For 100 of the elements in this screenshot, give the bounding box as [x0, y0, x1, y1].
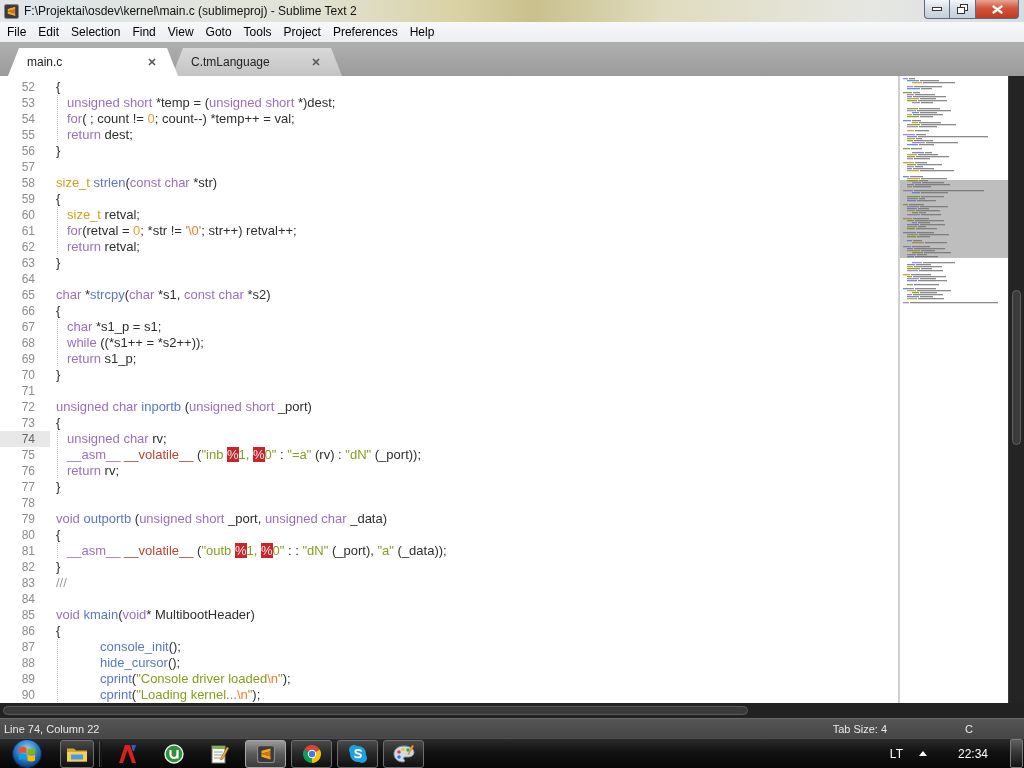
line-number: 77	[20, 479, 36, 495]
code-line: {	[56, 623, 61, 639]
language-indicator[interactable]: LT	[889, 746, 903, 761]
code-line: {	[56, 415, 61, 431]
code-line: ///	[56, 575, 67, 591]
line-number: 83	[20, 575, 36, 591]
menu-item[interactable]: Preferences	[326, 23, 404, 41]
tab[interactable]: main.c	[8, 48, 178, 76]
line-number: 78	[20, 495, 36, 511]
show-desktop-button[interactable]	[1010, 739, 1023, 768]
taskbar-button[interactable]	[245, 739, 286, 768]
code-line: void outportb (unsigned short _port, unsigned char _data)	[56, 511, 388, 527]
line-number: 55	[20, 127, 36, 143]
cloud-logo-icon	[347, 743, 368, 764]
line-number: 70	[20, 367, 36, 383]
menu-item[interactable]: Project	[277, 23, 327, 41]
square-logo-icon	[256, 744, 275, 763]
tab-size-label[interactable]: Tab Size: 4	[832, 722, 888, 735]
palette-icon	[392, 743, 415, 764]
start-button[interactable]	[12, 739, 42, 768]
minimize-icon	[932, 7, 942, 11]
taskbar-button[interactable]	[337, 739, 378, 768]
line-number: 60	[20, 207, 36, 223]
code-line: {	[56, 303, 61, 319]
line-number: 85	[20, 607, 36, 623]
close-button[interactable]	[976, 0, 1019, 19]
menu-item[interactable]: Help	[403, 23, 441, 41]
round-logo-icon	[163, 743, 184, 764]
line-number: 59	[20, 191, 36, 207]
line-number: 79	[20, 511, 36, 527]
line-number: 74	[0, 431, 50, 447]
line-number: 75	[20, 447, 36, 463]
line-number: 82	[20, 559, 36, 575]
line-number: 56	[20, 143, 36, 159]
line-number: 63	[20, 255, 36, 271]
menu-item[interactable]: File	[1, 23, 33, 41]
minimize-button[interactable]	[924, 0, 950, 19]
line-number: 90	[20, 687, 36, 703]
segmented-circle-icon	[301, 743, 322, 764]
menu-item[interactable]: Find	[126, 23, 162, 41]
syntax-label[interactable]: C	[965, 722, 973, 735]
close-icon[interactable]	[312, 58, 320, 66]
code-line: }	[56, 367, 61, 383]
line-number: 88	[20, 655, 36, 671]
close-icon	[991, 4, 1003, 14]
code-line: void kmain(void* MultibootHeader)	[56, 607, 255, 623]
line-number: 86	[20, 623, 36, 639]
code-line: {	[56, 527, 61, 543]
square-logo-icon	[4, 3, 19, 19]
line-number: 87	[20, 639, 36, 655]
caret-up-icon[interactable]	[918, 751, 927, 756]
menu-item[interactable]: Edit	[32, 23, 66, 41]
close-icon[interactable]	[148, 58, 156, 66]
code-line: char *strcpy(char *s1, const char *s2)	[56, 287, 271, 303]
line-number: 61	[20, 223, 36, 239]
scrollbar-thumb[interactable]	[1012, 290, 1021, 445]
code-line: {	[56, 191, 61, 207]
line-number: 65	[20, 287, 36, 303]
taskbar-button[interactable]	[60, 739, 94, 768]
code-line: {	[56, 79, 61, 95]
menu-item[interactable]: View	[161, 23, 200, 41]
menu-item[interactable]: Selection	[65, 23, 127, 41]
line-number: 57	[20, 159, 36, 175]
line-number: 76	[20, 463, 36, 479]
code-line: }	[56, 559, 61, 575]
code-line: }	[56, 143, 61, 159]
line-number: 64	[20, 271, 36, 287]
line-number: 84	[20, 591, 36, 607]
code-line: }	[56, 479, 61, 495]
notepad-icon	[210, 743, 229, 764]
line-number: 68	[20, 335, 36, 351]
line-number: 67	[20, 319, 36, 335]
restore-icon	[957, 4, 968, 14]
line-number: 66	[20, 303, 36, 319]
restore-button[interactable]	[950, 0, 976, 19]
code-line: }	[56, 255, 61, 271]
line-number: 52	[20, 79, 36, 95]
menu-item[interactable]: Goto	[199, 23, 238, 41]
line-number: 62	[20, 239, 36, 255]
taskbar-button[interactable]	[383, 739, 424, 768]
scrollbar-thumb[interactable]	[3, 706, 748, 715]
line-number: 81	[20, 543, 36, 559]
taskbar-button[interactable]	[291, 739, 332, 768]
cursor-position: Line 74, Column 22	[4, 722, 100, 735]
clock[interactable]: 22:34	[957, 746, 988, 761]
code-line: unsigned char inportb (unsigned short _port)	[56, 399, 312, 415]
menu-item[interactable]: Tools	[237, 23, 278, 41]
line-number: 73	[20, 415, 36, 431]
flag-icon	[18, 745, 36, 762]
line-number: 53	[20, 95, 36, 111]
window-title: F:\Projektai\osdev\kernel\main.c (sublimeproj) - Sublime Text 2	[24, 4, 358, 18]
triangle-logo-icon	[118, 743, 137, 764]
line-number: 80	[20, 527, 36, 543]
line-number: 89	[20, 671, 36, 687]
line-number: 69	[20, 351, 36, 367]
line-number: 71	[20, 383, 36, 399]
line-number: 72	[20, 399, 36, 415]
code-line: size_t strlen(const char *str)	[56, 175, 218, 191]
line-number: 58	[20, 175, 36, 191]
line-number: 54	[20, 111, 36, 127]
